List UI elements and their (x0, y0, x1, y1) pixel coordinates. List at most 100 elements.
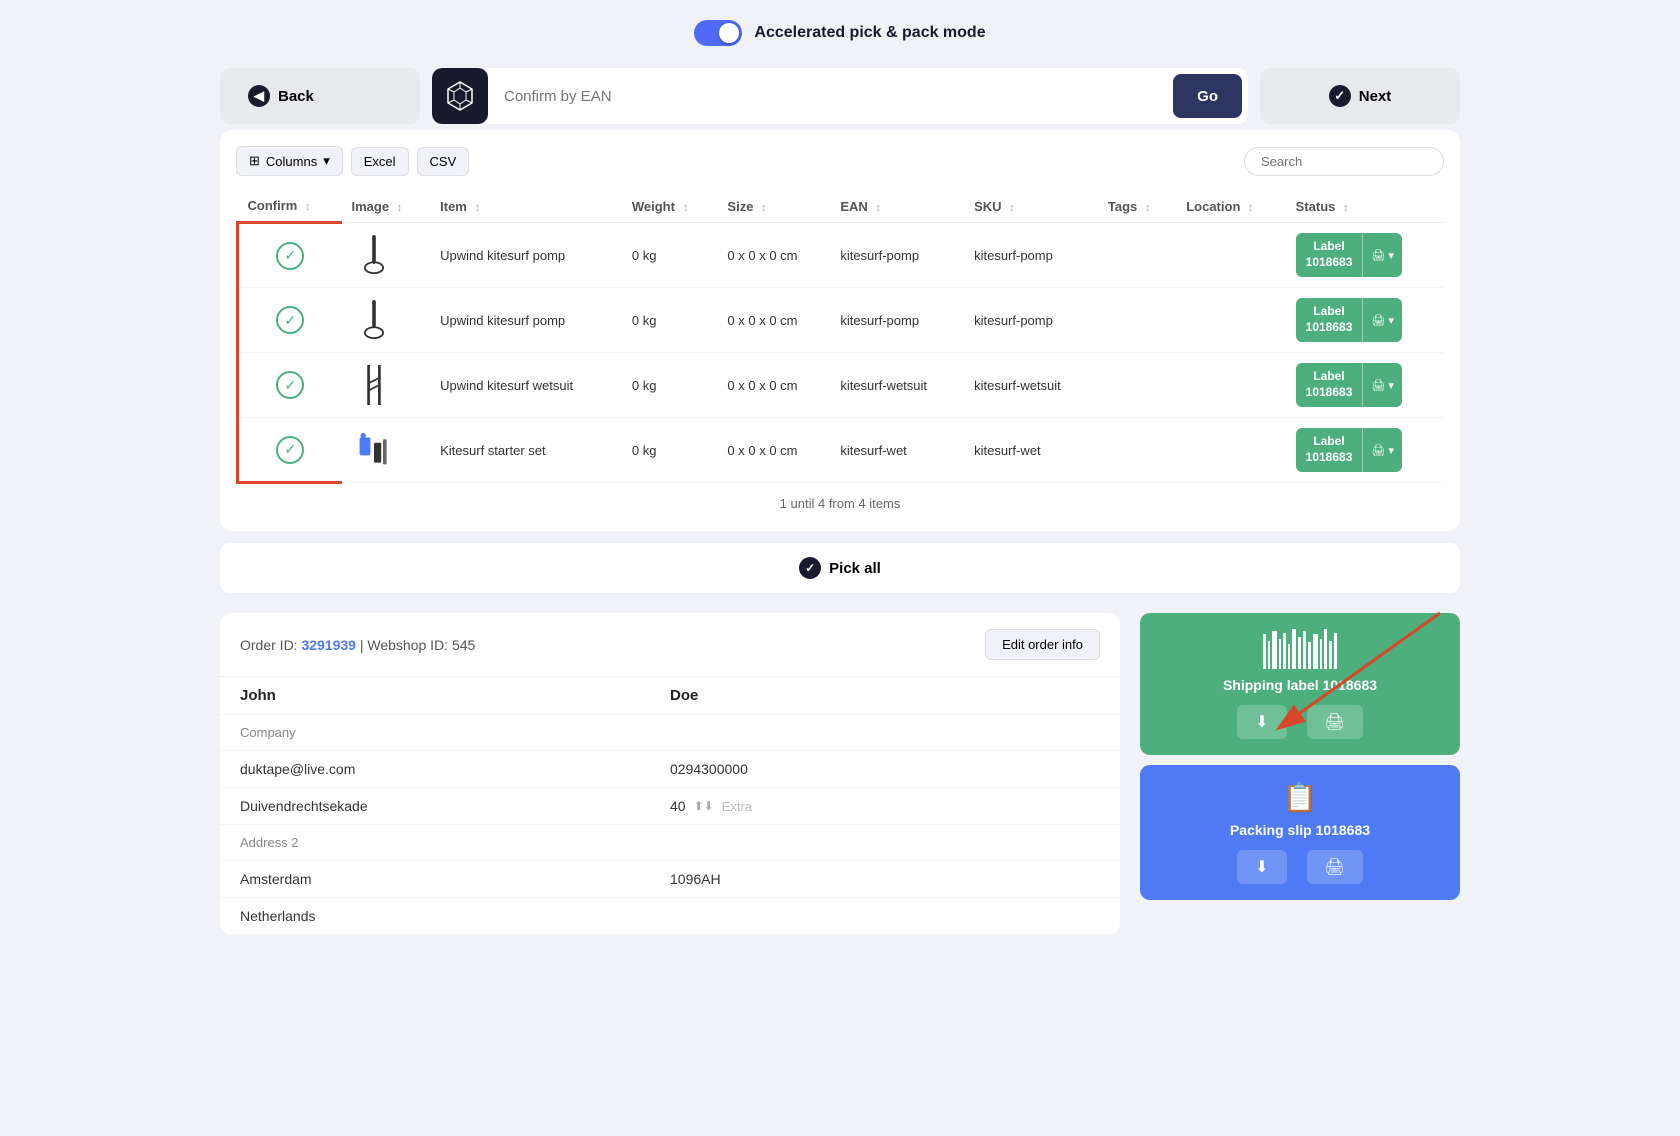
back-label: Back (278, 88, 314, 105)
product-image (352, 428, 396, 472)
phone-value: 0294300000 (670, 761, 1100, 777)
item-name: Kitesurf starter set (430, 418, 622, 483)
print-button[interactable]: 🖨 ▾ (1362, 233, 1402, 276)
pick-all-icon: ✓ (799, 557, 821, 579)
label-button[interactable]: Label1018683 (1296, 233, 1363, 276)
country-field: Netherlands (220, 898, 1120, 935)
item-size: 0 x 0 x 0 cm (717, 288, 830, 353)
pick-all-bar[interactable]: ✓ Pick all (220, 543, 1460, 593)
col-tags: Tags ↕ (1098, 190, 1176, 223)
item-tags (1098, 288, 1176, 353)
col-weight: Weight ↕ (622, 190, 718, 223)
sort-icon: ↕ (305, 201, 311, 213)
confirm-check: ✓ (276, 436, 304, 464)
edit-order-button[interactable]: Edit order info (985, 629, 1100, 660)
product-image (352, 233, 396, 277)
confirm-cell[interactable]: ✓ (238, 418, 342, 483)
pick-all-label: Pick all (829, 560, 881, 577)
sort-icon: ↕ (1009, 202, 1015, 214)
name-field: John Doe (220, 677, 1120, 715)
street-value: Duivendrechtsekade (240, 798, 670, 814)
table-row: ✓ Upwind kitesurf pomp 0 kg 0 x 0 x 0 cm (238, 288, 1445, 353)
item-ean: kitesurf-pomp (830, 288, 964, 353)
extra-placeholder: Extra (722, 799, 752, 814)
csv-button[interactable]: CSV (417, 147, 470, 176)
order-id-link[interactable]: 3291939 (301, 637, 356, 653)
print-button[interactable]: 🖨 ▾ (1362, 363, 1402, 406)
packing-slip-title: Packing slip 1018683 (1156, 822, 1444, 838)
next-label: Next (1359, 88, 1392, 105)
label-button[interactable]: Label1018683 (1296, 298, 1363, 341)
item-ean: kitesurf-wetsuit (830, 353, 964, 418)
print-button[interactable]: 🖨 ▾ (1362, 298, 1402, 341)
table-section: ⊞ Columns ▾ Excel CSV Confirm ↕ Image ↕ (220, 130, 1460, 531)
sort-icon: ↕ (397, 202, 403, 214)
number-stepper[interactable]: ⬆⬇ (694, 799, 714, 813)
city-field: Amsterdam 1096AH (220, 861, 1120, 898)
toggle-knob (719, 23, 739, 43)
products-table: Confirm ↕ Image ↕ Item ↕ Weight ↕ (236, 190, 1444, 484)
top-bar: Accelerated pick & pack mode (0, 0, 1680, 62)
item-location (1176, 288, 1285, 353)
company-field: Company (220, 715, 1120, 751)
item-weight: 0 kg (622, 288, 718, 353)
col-sku: SKU ↕ (964, 190, 1098, 223)
label-group: Label1018683 🖨 ▾ (1296, 298, 1434, 341)
label-button[interactable]: Label1018683 (1296, 428, 1363, 471)
print-button[interactable]: 🖨 ▾ (1362, 428, 1402, 471)
slip-print-button[interactable]: 🖨 (1307, 850, 1363, 884)
columns-button[interactable]: ⊞ Columns ▾ (236, 146, 343, 176)
sort-icon: ↕ (683, 202, 689, 214)
item-size: 0 x 0 x 0 cm (717, 223, 830, 288)
labels-section: Shipping label 1018683 ⬇ 🖨 📋 Packing sli… (1140, 613, 1460, 900)
col-status: Status ↕ (1286, 190, 1444, 223)
label-button[interactable]: Label1018683 (1296, 363, 1363, 406)
image-cell (342, 418, 431, 483)
item-location (1176, 353, 1285, 418)
brand-logo (432, 68, 488, 124)
shipping-label-actions: ⬇ 🖨 (1156, 705, 1444, 739)
col-location: Location ↕ (1176, 190, 1285, 223)
item-weight: 0 kg (622, 353, 718, 418)
col-confirm: Confirm ↕ (238, 190, 342, 223)
order-header: Order ID: 3291939 | Webshop ID: 545 Edit… (220, 613, 1120, 677)
item-ean: kitesurf-pomp (830, 223, 964, 288)
item-name: Upwind kitesurf wetsuit (430, 353, 622, 418)
shipping-download-button[interactable]: ⬇ (1237, 705, 1286, 739)
item-size: 0 x 0 x 0 cm (717, 418, 830, 483)
go-button[interactable]: Go (1173, 74, 1242, 118)
confirm-cell[interactable]: ✓ (238, 353, 342, 418)
item-sku: kitesurf-pomp (964, 288, 1098, 353)
item-tags (1098, 353, 1176, 418)
col-size: Size ↕ (717, 190, 830, 223)
chevron-down-icon: ▾ (323, 153, 330, 169)
search-input[interactable] (1244, 147, 1444, 176)
excel-button[interactable]: Excel (351, 147, 409, 176)
item-sku: kitesurf-wetsuit (964, 353, 1098, 418)
item-tags (1098, 418, 1176, 483)
shipping-print-button[interactable]: 🖨 (1307, 705, 1363, 739)
confirm-cell[interactable]: ✓ (238, 288, 342, 353)
label-group: Label1018683 🖨 ▾ (1296, 363, 1434, 406)
webshop-id: 545 (452, 637, 475, 653)
contact-field: duktape@live.com 0294300000 (220, 751, 1120, 788)
sort-icon: ↕ (1343, 202, 1349, 214)
address-field: Duivendrechtsekade 40 ⬆⬇ Extra (220, 788, 1120, 825)
shipping-label-card: Shipping label 1018683 ⬇ 🖨 (1140, 613, 1460, 755)
item-status: Label1018683 🖨 ▾ (1286, 223, 1444, 288)
item-sku: kitesurf-pomp (964, 223, 1098, 288)
next-button[interactable]: ✓ Next (1260, 68, 1460, 124)
ean-input[interactable] (488, 88, 1173, 105)
confirm-cell[interactable]: ✓ (238, 223, 342, 288)
item-location (1176, 418, 1285, 483)
accelerated-mode-toggle[interactable] (694, 20, 742, 46)
bottom-section: Order ID: 3291939 | Webshop ID: 545 Edit… (220, 613, 1460, 975)
back-button[interactable]: ◀ Back (220, 68, 420, 124)
label-group: Label1018683 🖨 ▾ (1296, 233, 1434, 276)
col-image: Image ↕ (342, 190, 431, 223)
product-image (352, 298, 396, 342)
slip-download-button[interactable]: ⬇ (1237, 850, 1286, 884)
pagination: 1 until 4 from 4 items (236, 484, 1444, 515)
last-name: Doe (670, 687, 1100, 704)
image-cell (342, 223, 431, 288)
